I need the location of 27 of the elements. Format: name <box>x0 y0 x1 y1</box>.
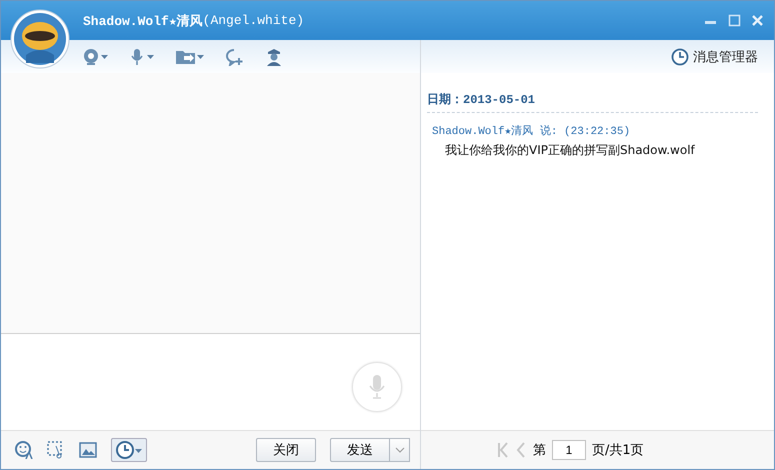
microphone-button[interactable] <box>129 48 155 66</box>
voice-input-button[interactable] <box>352 362 402 412</box>
emoji-icon[interactable] <box>15 441 33 459</box>
send-button[interactable]: 发送 <box>330 438 390 462</box>
page-total: 页/共1页 <box>592 442 644 459</box>
clock-icon <box>671 48 689 66</box>
minimize-icon <box>705 21 716 24</box>
send-options-button[interactable] <box>390 438 410 462</box>
microphone-icon <box>369 375 385 399</box>
message-header: Shadow.Wolf★清风 说: (23:22:35) <box>432 124 632 138</box>
message-text: 我让你给我你的VIP正确的拼写副Shadow.wolf <box>445 142 696 159</box>
page-prefix: 第 <box>533 442 546 459</box>
chevron-down-icon <box>394 447 404 453</box>
date-heading: 日期：2013-05-01 <box>427 91 758 113</box>
screenshot-icon[interactable] <box>47 441 65 459</box>
maximize-button[interactable] <box>728 14 741 27</box>
history-button[interactable] <box>111 438 147 462</box>
window-title: Shadow.Wolf★清风 <box>83 12 203 30</box>
add-chat-icon[interactable] <box>225 48 245 66</box>
police-figure-icon[interactable] <box>265 48 283 66</box>
page-field[interactable]: 1 <box>552 440 586 460</box>
window-subtitle: (Angel.white) <box>202 13 304 28</box>
message-manager-button[interactable]: 消息管理器 <box>671 48 758 66</box>
image-icon[interactable] <box>79 442 97 458</box>
close-chat-button[interactable]: 关闭 <box>256 438 316 462</box>
webcam-button[interactable] <box>83 48 109 66</box>
close-button[interactable] <box>751 14 764 27</box>
